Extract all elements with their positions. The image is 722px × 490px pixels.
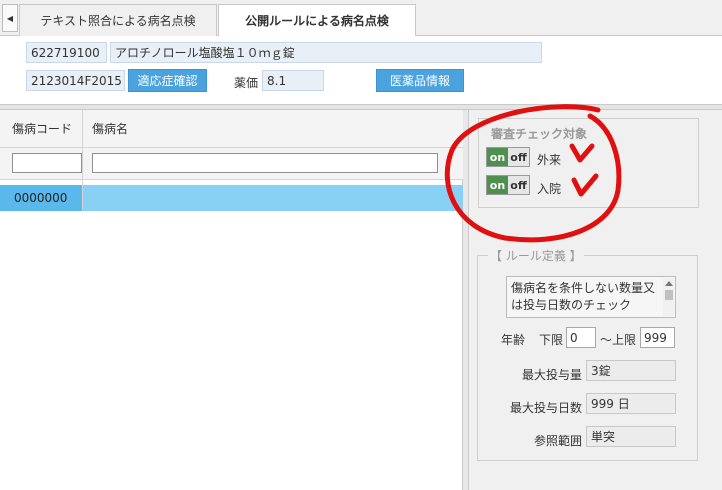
- inpatient-label: 入院: [537, 182, 562, 196]
- inpatient-toggle[interactable]: on off: [486, 175, 530, 195]
- max-quantity-field: 3錠: [586, 360, 676, 381]
- age-lower-label: 下限: [539, 333, 564, 347]
- disease-code-filter-input[interactable]: [12, 153, 82, 173]
- column-header-disease-name[interactable]: 傷病名: [92, 120, 128, 137]
- column-divider: [82, 110, 83, 210]
- grid-header: 傷病コード 傷病名: [0, 110, 463, 148]
- textarea-scrollbar[interactable]: [663, 278, 674, 316]
- toggle-on-label: on: [487, 176, 508, 194]
- toggle-off-label: off: [508, 148, 529, 166]
- reference-range-label: 参照範囲: [533, 434, 582, 448]
- disease-name-filter-input[interactable]: [92, 153, 438, 173]
- drug-info-button[interactable]: 医薬品情報: [376, 69, 464, 92]
- rule-definition-group: 傷病名を条件しない数量又は投与日数のチェック 年齢 下限 0 ～上限 999 最…: [477, 255, 698, 461]
- disease-grid: 傷病コード 傷病名 0000000: [0, 110, 463, 490]
- outpatient-label: 外来: [537, 153, 562, 167]
- drug-name-field: アロチノロール塩酸塩１０ｍｇ錠: [110, 42, 542, 63]
- age-upper-label: ～上限: [600, 333, 637, 347]
- max-days-label: 最大投与日数: [509, 401, 582, 415]
- indication-check-button[interactable]: 適応症確認: [128, 69, 207, 92]
- check-target-group: 審査チェック対象 on off 外来 on off 入院: [478, 118, 699, 208]
- table-row[interactable]: 0000000: [0, 185, 463, 211]
- price-field: 8.1: [262, 70, 324, 91]
- max-quantity-label: 最大投与量: [521, 368, 582, 382]
- outpatient-toggle[interactable]: on off: [486, 147, 530, 167]
- rule-description-textarea[interactable]: 傷病名を条件しない数量又は投与日数のチェック: [506, 276, 676, 318]
- drug-info-panel: 622719100 アロチノロール塩酸塩１０ｍｇ錠 2123014F2015 適…: [0, 36, 722, 104]
- yj-code-field: 2123014F2015: [26, 70, 125, 91]
- scroll-thumb[interactable]: [665, 290, 673, 300]
- rule-panel: 審査チェック対象 on off 外来 on off 入院 傷病名を条件しない数量…: [469, 110, 722, 490]
- filter-row: [0, 148, 463, 180]
- disease-code-cell: 0000000: [0, 185, 82, 211]
- toggle-off-label: off: [508, 176, 529, 194]
- rule-definition-title: 【 ルール定義 】: [488, 247, 584, 264]
- check-target-title: 審査チェック対象: [489, 125, 590, 142]
- tab-text-match[interactable]: テキスト照合による病名点検: [19, 4, 217, 36]
- age-lower-input[interactable]: 0: [566, 327, 596, 348]
- column-header-disease-code[interactable]: 傷病コード: [12, 120, 72, 137]
- tab-bar: ◀ テキスト照合による病名点検 公開ルールによる病名点検: [0, 0, 722, 37]
- rule-description-text: 傷病名を条件しない数量又は投与日数のチェック: [511, 281, 656, 312]
- reference-range-field: 単突: [586, 426, 676, 447]
- age-label: 年齢: [501, 333, 526, 347]
- price-label: 薬価: [234, 76, 259, 90]
- tab-public-rule[interactable]: 公開ルールによる病名点検: [218, 4, 416, 37]
- drug-code-field: 622719100: [26, 42, 107, 63]
- scroll-up-icon[interactable]: [665, 281, 673, 286]
- max-days-field: 999 日: [586, 393, 676, 414]
- age-upper-input[interactable]: 999: [640, 327, 675, 348]
- tab-scroll-left-icon[interactable]: ◀: [2, 4, 18, 32]
- toggle-on-label: on: [487, 148, 508, 166]
